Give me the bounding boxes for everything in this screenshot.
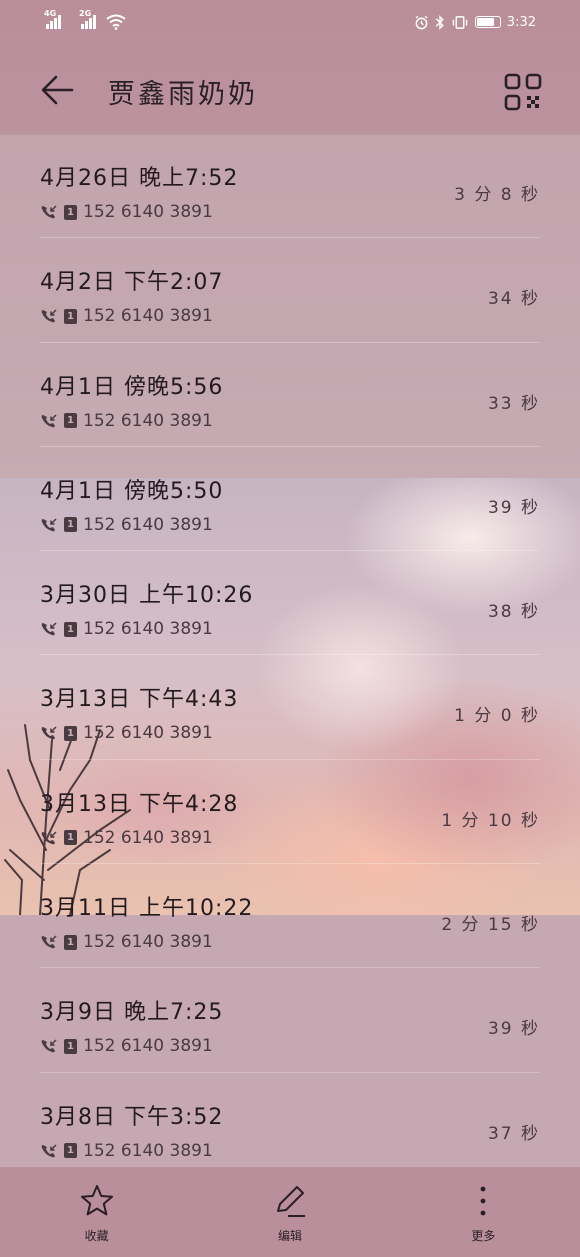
call-log-row[interactable]: 4月1日 傍晚5:56 1 152 6140 3891 33 秒 [40,343,540,447]
incoming-call-icon [41,935,57,949]
call-duration: 1 分 0 秒 [454,706,540,727]
call-number: 152 6140 3891 [83,202,213,222]
qr-code-icon[interactable] [503,72,543,112]
call-log-row[interactable]: 3月13日 下午4:43 1 152 6140 3891 1 分 0 秒 [40,655,540,760]
call-date: 3月11日 上午10:22 [40,896,254,922]
sim-card-icon: 1 [64,517,77,533]
favorite-label: 收藏 [84,1229,109,1243]
wifi-icon [106,14,126,30]
sim-card-icon: 1 [64,621,77,637]
call-number: 152 6140 3891 [83,619,213,640]
call-log-row[interactable]: 3月30日 上午10:26 1 152 6140 3891 38 秒 [40,551,540,656]
call-number-line: 1 152 6140 3891 [40,932,213,952]
call-log-row[interactable]: 3月11日 上午10:22 1 152 6140 3891 2 分 15 秒 [40,864,540,969]
more-vertical-icon [480,1186,486,1216]
incoming-call-icon [41,831,57,845]
call-number-line: 1 152 6140 3891 [40,1141,213,1161]
call-number-line: 1 152 6140 3891 [40,828,213,848]
call-number-line: 1 152 6140 3891 [40,619,213,639]
call-duration: 38 秒 [487,602,540,623]
more-label: 更多 [471,1229,496,1243]
call-log-row[interactable]: 4月26日 晚上7:52 1 152 6140 3891 3 分 8 秒 [40,134,540,239]
call-duration: 39 秒 [487,1019,540,1040]
battery-icon [474,16,501,28]
call-log-row[interactable]: 3月8日 下午3:52 1 152 6140 3891 37 秒 [40,1073,540,1177]
call-duration: 3 分 8 秒 [454,185,540,205]
sim-card-icon: 1 [64,204,77,220]
call-duration: 1 分 10 秒 [441,810,540,831]
incoming-call-icon [41,309,57,323]
call-number: 152 6140 3891 [83,723,213,744]
star-icon [80,1185,113,1216]
sim-card-icon: 1 [64,830,77,846]
call-number-line: 1 152 6140 3891 [40,1036,213,1056]
sim-card-icon: 1 [64,725,77,741]
incoming-call-icon [41,1039,57,1053]
call-duration: 34 秒 [487,289,540,310]
call-number: 152 6140 3891 [83,514,213,535]
call-number: 152 6140 3891 [83,306,213,327]
call-log-row[interactable]: 4月2日 下午2:07 1 152 6140 3891 34 秒 [40,238,540,343]
call-date: 4月2日 下午2:07 [40,270,224,296]
status-time: 3:32 [506,14,536,30]
call-date: 3月30日 上午10:26 [40,583,254,609]
call-date: 3月13日 下午4:43 [40,687,239,713]
sim-card-icon: 1 [64,1143,77,1159]
header: 贾鑫雨奶奶 [0,44,580,134]
incoming-call-icon [41,205,57,219]
call-duration: 37 秒 [487,1123,540,1144]
call-date: 3月13日 下午4:28 [40,791,239,817]
call-log-row[interactable]: 4月1日 傍晚5:50 1 152 6140 3891 39 秒 [40,447,540,552]
call-history-list: 4月26日 晚上7:52 1 152 6140 3891 3 分 8 秒 4月2日 下午… [0,134,580,1177]
call-number: 152 6140 3891 [83,1036,213,1057]
call-number-line: 1 152 6140 3891 [40,306,213,326]
call-date: 4月26日 晚上7:52 [40,166,239,191]
sim-card-icon: 1 [64,413,77,429]
call-number: 152 6140 3891 [83,827,213,848]
call-duration: 33 秒 [487,393,540,414]
status-bar: 4G 2G 3:32 [0,0,580,44]
signal-icon-2: 2G [79,9,96,29]
incoming-call-icon [41,726,57,740]
call-number: 152 6140 3891 [83,932,213,953]
call-duration: 2 分 15 秒 [441,915,540,936]
call-date: 3月8日 下午3:52 [40,1104,224,1130]
sim-card-icon: 1 [64,1038,77,1054]
edit-button[interactable]: 编辑 [193,1167,386,1257]
incoming-call-icon [41,518,57,532]
call-date: 4月1日 傍晚5:50 [40,478,224,504]
incoming-call-icon [41,1144,57,1158]
contact-name-title: 贾鑫雨奶奶 [108,79,258,110]
alarm-icon [415,15,428,29]
call-number: 152 6140 3891 [83,1140,213,1161]
vibrate-icon [452,15,468,29]
pencil-icon [276,1186,305,1217]
call-number-line: 1 152 6140 3891 [40,202,213,222]
call-number-line: 1 152 6140 3891 [40,515,213,535]
sim-card-icon: 1 [64,934,77,950]
incoming-call-icon [41,622,57,636]
call-number-line: 1 152 6140 3891 [40,411,213,431]
call-number: 152 6140 3891 [83,410,213,431]
signal-icon: 4G [44,9,61,29]
call-duration: 39 秒 [487,497,540,518]
bluetooth-icon [435,14,444,30]
call-date: 4月1日 傍晚5:56 [40,374,224,400]
incoming-call-icon [41,414,57,427]
call-log-row[interactable]: 3月9日 晚上7:25 1 152 6140 3891 39 秒 [40,968,540,1073]
call-log-row[interactable]: 3月13日 下午4:28 1 152 6140 3891 1 分 10 秒 [40,760,540,865]
more-button[interactable]: 更多 [387,1167,580,1257]
back-arrow-icon[interactable] [38,70,78,110]
bottom-action-bar: 收藏 编辑 更多 [0,1167,580,1257]
call-date: 3月9日 晚上7:25 [40,1000,224,1026]
edit-label: 编辑 [277,1229,302,1243]
favorite-button[interactable]: 收藏 [0,1167,193,1257]
sim-card-icon: 1 [64,308,77,324]
call-number-line: 1 152 6140 3891 [40,723,213,743]
